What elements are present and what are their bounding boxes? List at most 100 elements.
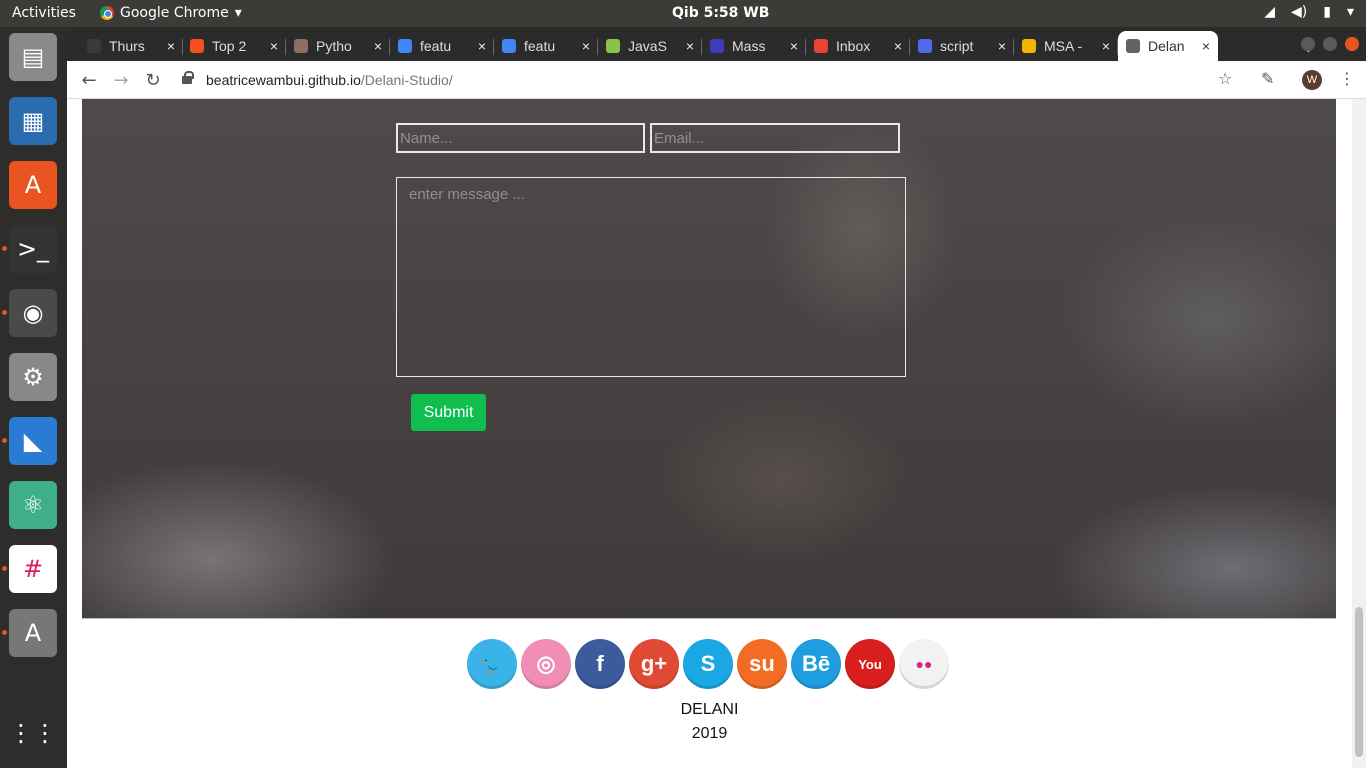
system-top-bar: Activities Google Chrome ▾ Qib 5:58 WB ◢… <box>0 0 1366 27</box>
running-indicator <box>2 630 7 635</box>
tab-favicon-icon <box>1126 39 1140 53</box>
tab-title: MSA - <box>1044 38 1083 54</box>
file-cabinet-icon[interactable]: ▤ <box>9 33 57 81</box>
close-window-button[interactable] <box>1345 37 1359 51</box>
url-path: /Delani-Studio/ <box>360 72 453 88</box>
close-tab-icon[interactable]: × <box>478 38 486 54</box>
tab-favicon-icon <box>710 39 724 53</box>
tab-favicon-icon <box>398 39 412 53</box>
wrench-icon[interactable]: ⚙ <box>9 353 57 401</box>
browser-tab[interactable]: Mass × <box>702 31 806 61</box>
bookmark-star-icon[interactable]: ☆ <box>1218 69 1232 88</box>
lock-icon <box>182 71 194 84</box>
close-tab-icon[interactable]: × <box>894 38 902 54</box>
close-tab-icon[interactable]: × <box>1102 38 1110 54</box>
browser-tab[interactable]: featu × <box>390 31 494 61</box>
flickr-icon[interactable]: ●● <box>899 639 949 689</box>
facebook-icon[interactable]: f <box>575 639 625 689</box>
close-tab-icon[interactable]: × <box>998 38 1006 54</box>
scrollbar-thumb[interactable] <box>1355 607 1363 757</box>
browser-toolbar: ← → ↻ beatricewambui.github.io/Delani-St… <box>67 61 1366 99</box>
browser-tab[interactable]: script × <box>910 31 1014 61</box>
web-page: Submit 🐦◎fg+SsuBēYou●● DELANI 2019 <box>67 99 1352 768</box>
browser-tab[interactable]: featu × <box>494 31 598 61</box>
tab-title: Thurs <box>109 38 145 54</box>
activities-button[interactable]: Activities <box>12 5 76 21</box>
url-host: beatricewambui.github.io <box>206 72 361 88</box>
browser-tab[interactable]: JavaS × <box>598 31 702 61</box>
message-textarea[interactable] <box>396 177 906 377</box>
update-icon[interactable]: A <box>9 609 57 657</box>
page-scrollbar[interactable] <box>1352 99 1366 768</box>
reload-icon[interactable]: ↻ <box>140 67 166 93</box>
chrome-icon[interactable]: ◉ <box>9 289 57 337</box>
dock: ▤ ▦ A >_ ◉ ⚙ ◣ ⚛ # A ⋮⋮ <box>0 27 67 768</box>
tab-favicon-icon <box>918 39 932 53</box>
clock[interactable]: Qib 5:58 WB <box>672 5 769 21</box>
behance-icon[interactable]: Bē <box>791 639 841 689</box>
document-icon[interactable]: ▦ <box>9 97 57 145</box>
tab-favicon-icon <box>814 39 828 53</box>
tab-title: featu <box>524 38 556 54</box>
tab-favicon-icon <box>190 39 204 53</box>
forward-arrow-icon[interactable]: → <box>108 67 134 93</box>
skype-icon[interactable]: S <box>683 639 733 689</box>
close-tab-icon[interactable]: × <box>790 38 798 54</box>
running-indicator <box>2 310 7 315</box>
grid-icon[interactable]: ⋮⋮ <box>9 709 57 757</box>
youtube-icon[interactable]: You <box>845 639 895 689</box>
wifi-icon: ◢ <box>1264 4 1276 20</box>
google-plus-icon[interactable]: g+ <box>629 639 679 689</box>
tab-title: JavaS <box>628 38 667 54</box>
shopping-bag-icon[interactable]: A <box>9 161 57 209</box>
running-indicator <box>2 566 7 571</box>
submit-button[interactable]: Submit <box>411 394 486 431</box>
email-input[interactable] <box>650 123 900 153</box>
back-arrow-icon[interactable]: ← <box>76 67 102 93</box>
extension-icon[interactable]: ✎ <box>1261 69 1274 88</box>
close-tab-icon[interactable]: × <box>1202 38 1210 54</box>
menu-dots-icon[interactable]: ⋮ <box>1339 69 1355 88</box>
terminal-icon[interactable]: >_ <box>9 225 57 273</box>
stumbleupon-icon[interactable]: su <box>737 639 787 689</box>
address-bar[interactable]: beatricewambui.github.io/Delani-Studio/ <box>182 65 1322 95</box>
browser-tab[interactable]: Pytho × <box>286 31 390 61</box>
browser-tab[interactable]: Delan × <box>1118 31 1218 61</box>
browser-tab[interactable]: Inbox × <box>806 31 910 61</box>
minimize-button[interactable] <box>1301 37 1315 51</box>
tab-favicon-icon <box>294 39 308 53</box>
speaker-icon: ◀) <box>1291 4 1308 20</box>
tab-title: Mass <box>732 38 766 54</box>
close-tab-icon[interactable]: × <box>167 38 175 54</box>
maximize-button[interactable] <box>1323 37 1337 51</box>
tab-strip: Thurs × Top 2 × Pytho × featu × featu × JavaS × Mass… <box>67 27 1366 61</box>
tab-title: Inbox <box>836 38 871 54</box>
profile-avatar[interactable]: W <box>1302 70 1322 90</box>
close-tab-icon[interactable]: × <box>270 38 278 54</box>
tab-title: Pytho <box>316 38 352 54</box>
close-tab-icon[interactable]: × <box>582 38 590 54</box>
tab-favicon-icon <box>502 39 516 53</box>
tab-title: Delan <box>1148 38 1185 54</box>
slack-icon[interactable]: # <box>9 545 57 593</box>
running-indicator <box>2 438 7 443</box>
footer-brand: DELANI <box>680 701 739 718</box>
battery-icon: ▮ <box>1323 4 1331 20</box>
browser-tab[interactable]: Thurs × <box>79 31 183 61</box>
running-indicator <box>2 246 7 251</box>
app-menu[interactable]: Google Chrome ▾ <box>100 5 242 21</box>
contact-hero-background: Submit <box>82 99 1336 619</box>
twitter-icon[interactable]: 🐦 <box>467 639 517 689</box>
tab-title: Top 2 <box>212 38 247 54</box>
name-input[interactable] <box>396 123 645 153</box>
browser-tab[interactable]: MSA - × <box>1014 31 1118 61</box>
close-tab-icon[interactable]: × <box>374 38 382 54</box>
browser-tab[interactable]: Top 2 × <box>182 31 286 61</box>
social-icons: 🐦 ◎ f g+ Ssu Bē You ●● <box>467 639 949 689</box>
close-tab-icon[interactable]: × <box>686 38 694 54</box>
system-tray[interactable]: ◢ ◀) ▮ ▾ <box>1264 4 1354 20</box>
chevron-down-icon: ▾ <box>234 5 242 21</box>
atom-icon[interactable]: ⚛ <box>9 481 57 529</box>
vscode-icon[interactable]: ◣ <box>9 417 57 465</box>
dribbble-icon[interactable]: ◎ <box>521 639 571 689</box>
